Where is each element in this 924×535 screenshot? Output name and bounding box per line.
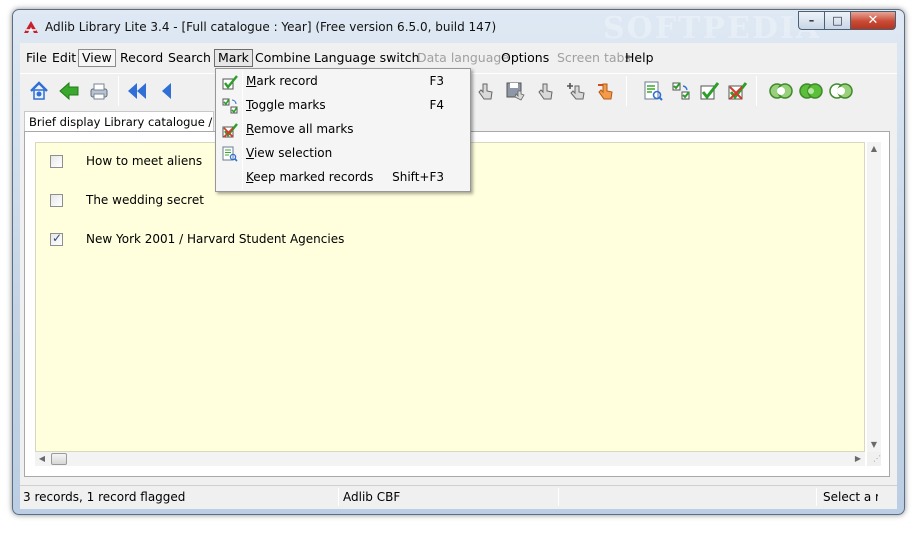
toolbar-separator [756, 76, 757, 106]
vertical-scrollbar[interactable]: ▲ ▼ [867, 142, 881, 452]
remove-marks-icon [222, 123, 238, 138]
window-title: Adlib Library Lite 3.4 - [Full catalogue… [45, 20, 497, 34]
record-title: New York 2001 / Harvard Student Agencies [86, 232, 345, 246]
menu-view[interactable]: View [78, 49, 116, 67]
title-bar[interactable]: Adlib Library Lite 3.4 - [Full catalogue… [13, 10, 904, 46]
menu-item-label: oggle marks [251, 98, 326, 112]
menu-item-keep-marked-records[interactable]: Keep marked records Shift+F3 [218, 167, 468, 189]
record-row[interactable]: ✓ New York 2001 / Harvard Student Agenci… [50, 230, 344, 248]
horizontal-scroll-thumb[interactable] [51, 453, 67, 465]
mark-record-icon[interactable] [696, 78, 722, 104]
menu-options[interactable]: Options [498, 49, 552, 67]
status-record-count: 3 records, 1 record flagged [23, 490, 186, 504]
combine-or-icon[interactable] [798, 78, 824, 104]
menu-item-label: iew selection [253, 146, 333, 160]
checkmark-icon: ✓ [52, 230, 63, 245]
menu-item-toggle-marks[interactable]: Toggle marks F4 [218, 95, 468, 117]
scroll-down-icon[interactable]: ▼ [867, 438, 881, 452]
add-hand-icon[interactable] [562, 78, 588, 104]
status-bar: 3 records, 1 record flagged Adlib CBF Se… [20, 485, 897, 507]
menu-search[interactable]: Search [165, 49, 214, 67]
menu-combine[interactable]: Combine [252, 49, 314, 67]
first-record-icon[interactable] [124, 78, 150, 104]
status-divider [338, 488, 339, 506]
select-hand-icon[interactable] [532, 78, 558, 104]
mark-record-icon [222, 75, 238, 90]
print-icon[interactable] [86, 78, 112, 104]
maximize-button[interactable]: □ [825, 11, 851, 30]
menu-item-label: ark record [256, 74, 318, 88]
record-row[interactable]: How to meet aliens [50, 152, 202, 170]
window-controls: – □ ✕ [798, 11, 896, 31]
menu-record[interactable]: Record [117, 49, 166, 67]
tab-brief-display[interactable]: Brief display Library catalogue / Docume… [24, 111, 214, 131]
menu-item-label: eep marked records [253, 170, 374, 184]
view-selection-icon[interactable] [640, 78, 666, 104]
mark-dropdown-menu: Mark record F3 Toggle marks F4 Remove al… [215, 68, 471, 192]
menu-edit[interactable]: Edit [49, 49, 79, 67]
scroll-right-icon[interactable]: ▶ [851, 452, 865, 466]
pointer-hand-icon[interactable] [592, 78, 618, 104]
toolbar-separator [626, 76, 627, 106]
menu-shortcut: F3 [429, 74, 444, 88]
menu-help[interactable]: Help [622, 49, 657, 67]
hand-pointer-icon[interactable] [472, 78, 498, 104]
record-title: The wedding secret [86, 193, 204, 207]
menu-shortcut: Shift+F3 [392, 170, 444, 184]
menu-item-label: emove all marks [253, 122, 354, 136]
record-checkbox[interactable] [50, 193, 63, 207]
status-database: Adlib CBF [343, 490, 401, 504]
view-selection-icon [222, 146, 238, 162]
status-hint: Select a re [823, 490, 878, 504]
toggle-marks-icon[interactable] [668, 78, 694, 104]
toggle-marks-icon [222, 98, 238, 114]
record-row[interactable]: The wedding secret [50, 191, 204, 209]
save-icon[interactable] [502, 78, 528, 104]
record-checkbox[interactable] [50, 154, 63, 168]
minimize-button[interactable]: – [798, 11, 825, 30]
status-divider [558, 488, 559, 506]
close-button[interactable]: ✕ [851, 11, 896, 30]
status-divider [816, 488, 817, 506]
previous-record-icon[interactable] [154, 78, 180, 104]
horizontal-scrollbar[interactable]: ◀ ▶ [35, 452, 865, 466]
combine-not-icon[interactable] [828, 78, 854, 104]
record-checkbox[interactable]: ✓ [50, 230, 63, 246]
adlib-logo-icon [24, 21, 38, 33]
scroll-up-icon[interactable]: ▲ [867, 142, 881, 156]
size-grip-icon: ⋰ [867, 452, 881, 466]
watermark: SOFTPEDIA [603, 11, 822, 46]
menu-file[interactable]: File [23, 49, 50, 67]
menu-item-view-selection[interactable]: View selection [218, 143, 468, 165]
combine-and-icon[interactable] [768, 78, 794, 104]
menu-language-switch[interactable]: Language switch [311, 49, 423, 67]
accelerator-letter: M [246, 74, 257, 88]
toolbar-separator [118, 76, 119, 106]
remove-marks-icon[interactable] [724, 78, 750, 104]
accelerator-letter: R [246, 122, 254, 136]
record-title: How to meet aliens [86, 154, 203, 168]
menu-shortcut: F4 [429, 98, 444, 112]
menu-item-mark-record[interactable]: Mark record F3 [218, 71, 468, 93]
menu-bar: File Edit View Record Search Mark Combin… [20, 46, 897, 70]
back-arrow-icon[interactable] [56, 78, 82, 104]
menu-item-remove-all-marks[interactable]: Remove all marks [218, 119, 468, 141]
home-icon[interactable] [26, 78, 52, 104]
accelerator-letter: V [246, 146, 254, 160]
scroll-left-icon[interactable]: ◀ [35, 452, 49, 466]
menu-mark[interactable]: Mark [214, 49, 253, 67]
